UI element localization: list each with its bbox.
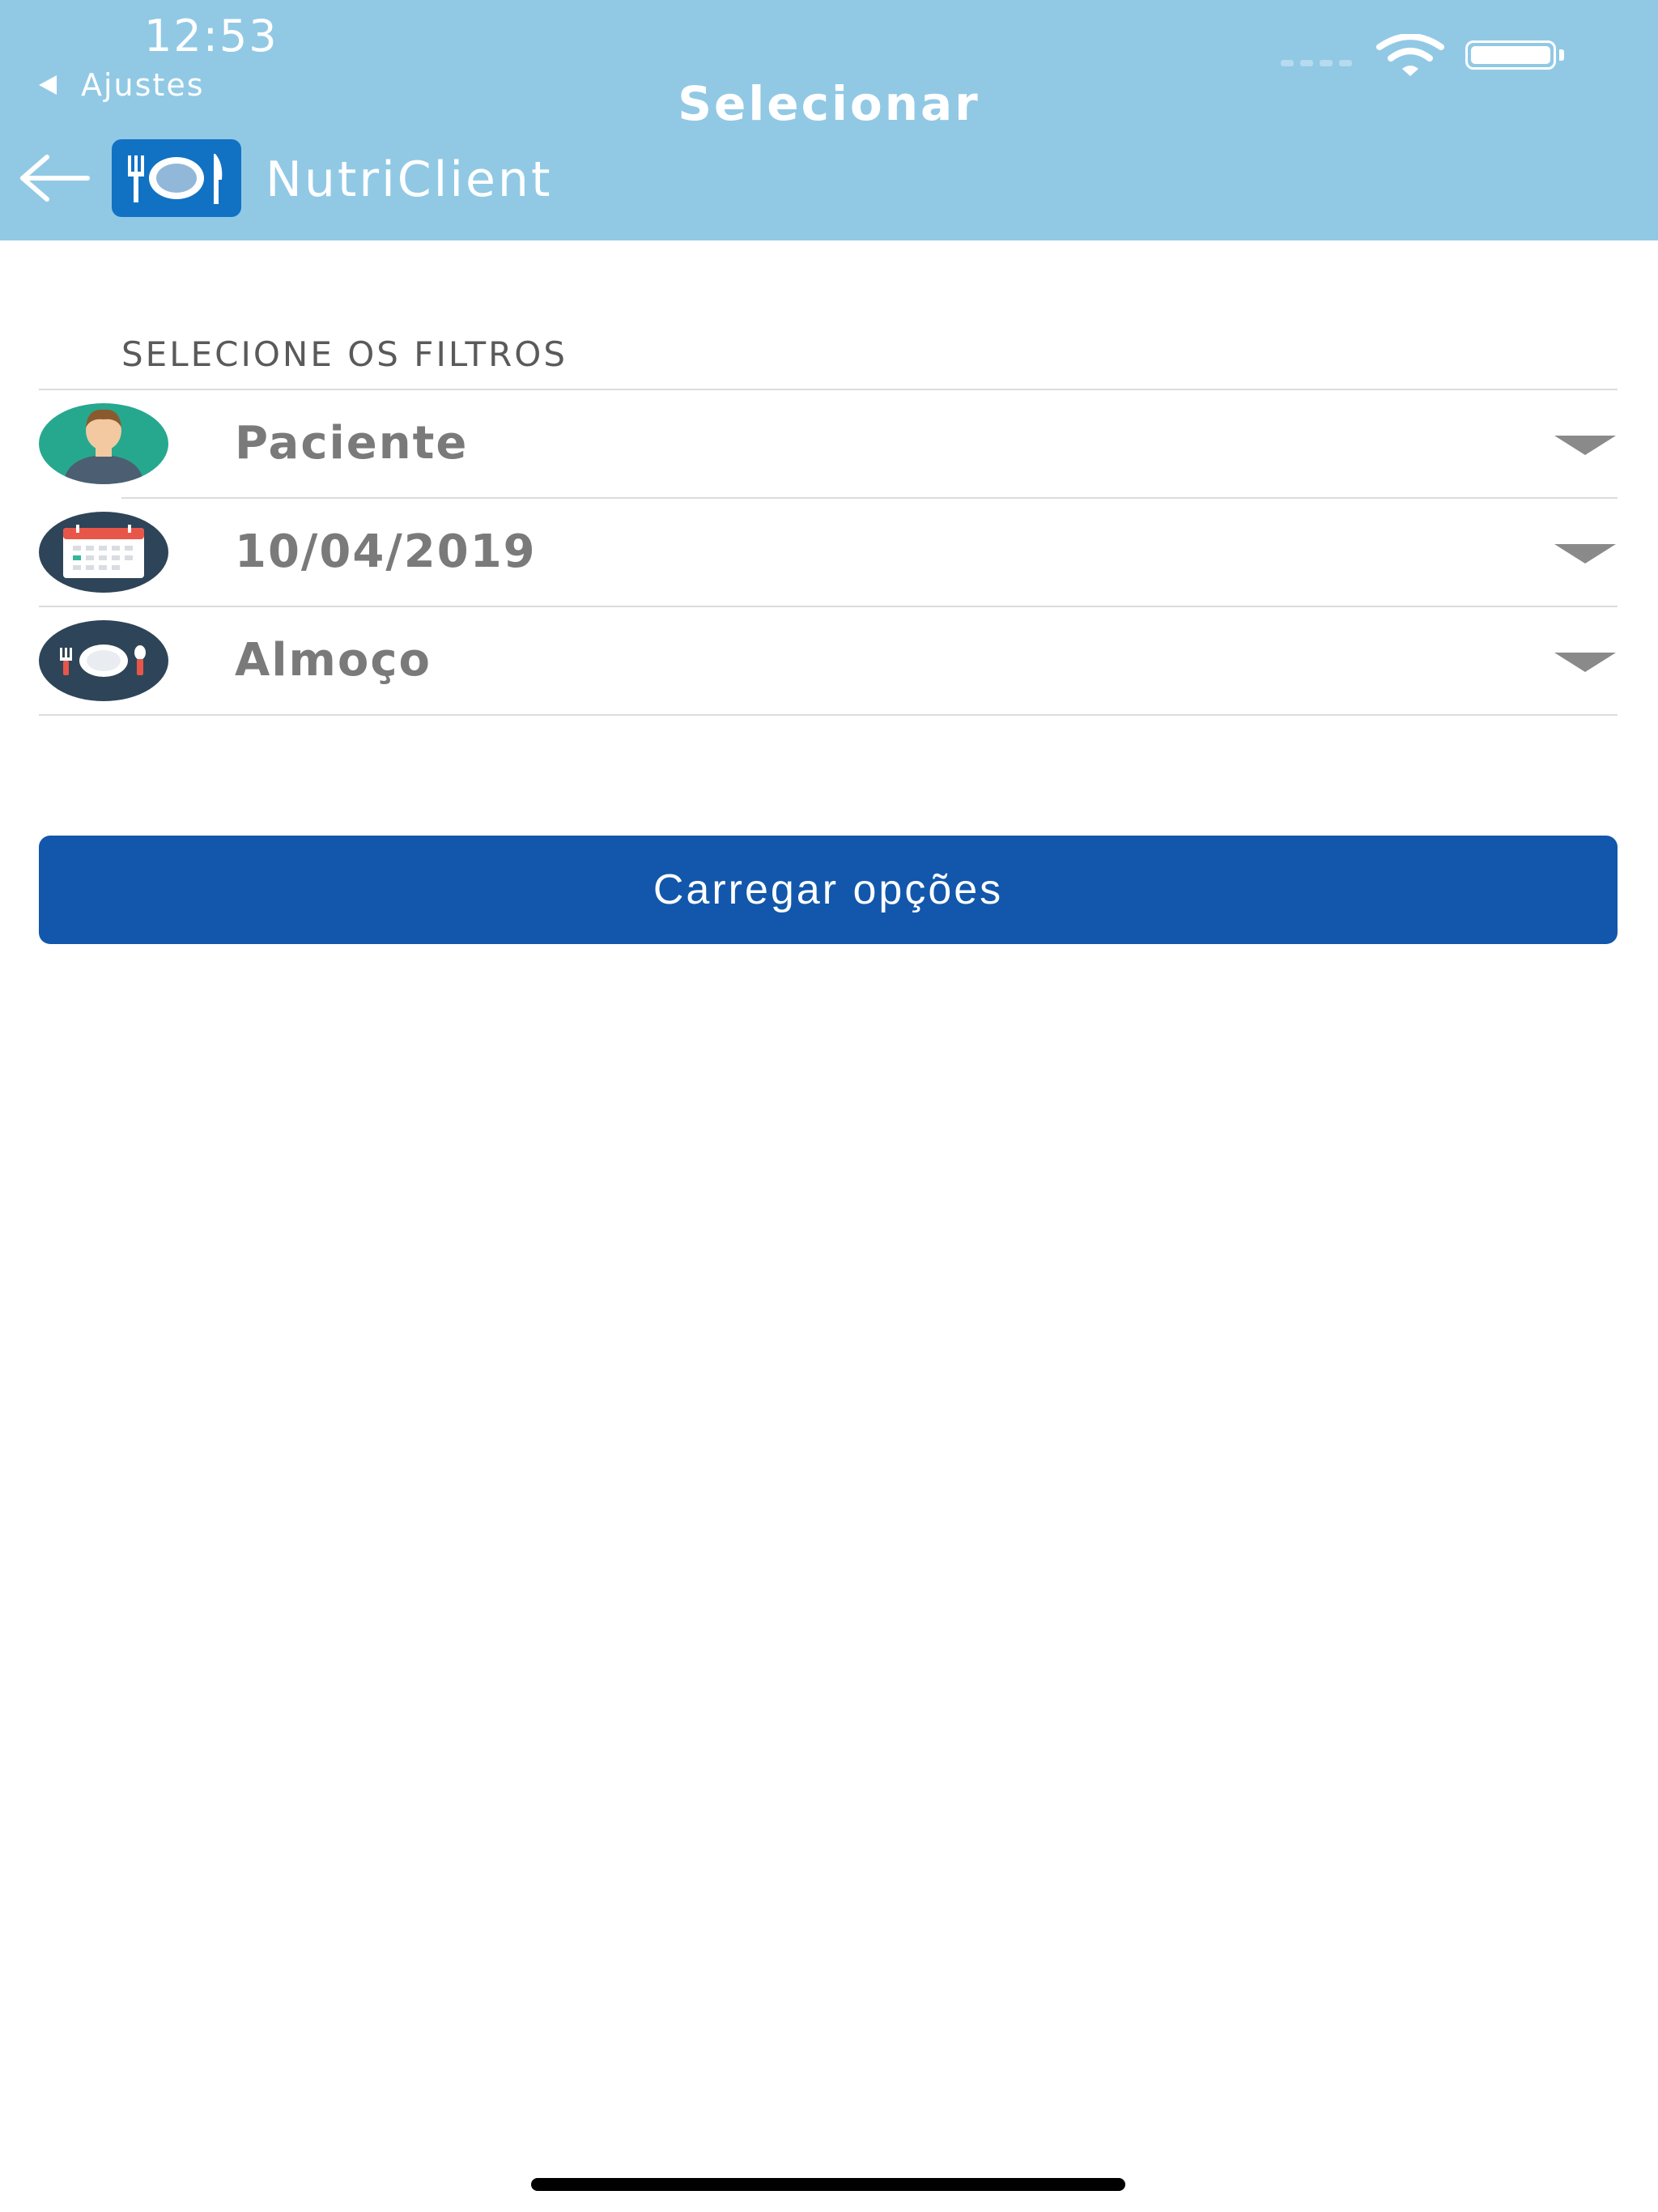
filter-meal-value: Almoço <box>235 634 432 687</box>
filter-date-dropdown[interactable]: 10/04/2019 <box>39 499 1618 606</box>
patient-avatar-icon <box>39 403 168 484</box>
app-name: NutriClient <box>266 151 553 208</box>
chevron-down-icon <box>1554 544 1616 564</box>
home-indicator[interactable] <box>531 2178 1125 2191</box>
filter-meal-dropdown[interactable]: Almoço <box>39 607 1618 714</box>
battery-cap <box>1559 49 1564 61</box>
app-header: 12:53 Ajustes Selecionar NutriClient <box>0 0 1658 240</box>
chevron-down-icon <box>1554 436 1616 455</box>
chevron-down-icon <box>1554 653 1616 672</box>
filter-patient-value: Paciente <box>235 417 469 470</box>
wifi-icon <box>1376 34 1444 76</box>
status-time: 12:53 <box>144 11 278 62</box>
divider <box>39 714 1618 716</box>
plate-cutlery-icon <box>39 620 168 701</box>
calendar-icon <box>39 512 168 593</box>
battery-icon <box>1465 40 1556 70</box>
app-logo-icon <box>112 139 241 217</box>
filters-section-title: SELECIONE OS FILTROS <box>121 334 568 374</box>
back-arrow-icon[interactable] <box>18 154 91 202</box>
screen-title: Selecionar <box>678 76 980 131</box>
cellular-signal-icon <box>1281 60 1352 66</box>
filter-patient-dropdown[interactable]: Paciente <box>39 390 1618 497</box>
filter-date-value: 10/04/2019 <box>235 525 537 578</box>
load-options-button[interactable]: Carregar opções <box>39 836 1618 944</box>
